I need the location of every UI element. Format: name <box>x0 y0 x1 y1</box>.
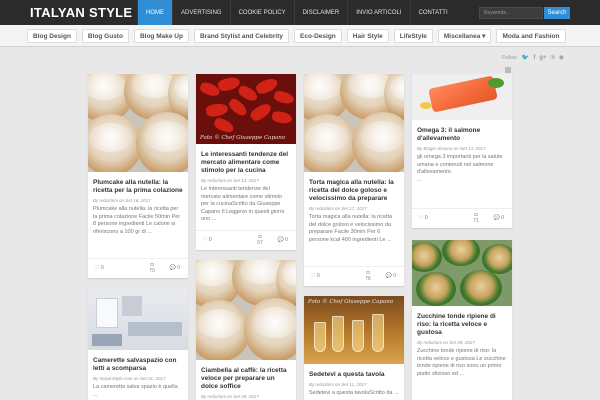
category-hair-style[interactable]: Hair Style <box>346 29 389 43</box>
category-eco-design[interactable]: Eco-Design <box>294 29 342 43</box>
post-thumbnail-donuts[interactable] <box>88 74 188 172</box>
post-footer: ♡ 0 ◘ 71 💬 0 <box>412 208 512 228</box>
post-excerpt: Plumcake alla nutella: la ricetta per la… <box>93 206 181 235</box>
post-thumbnail-chili[interactable]: Foto © Chef Giuseppe Capano <box>196 74 296 144</box>
nav-cookie-policy[interactable]: COOKIE POLICY <box>229 0 294 25</box>
post-title[interactable]: Omega 3: il salmone d'allevamento <box>412 127 512 143</box>
post-meta: By redazioni on Set 16, 2017 <box>93 198 151 203</box>
nav-disclaimer[interactable]: DISCLAIMER <box>293 0 348 25</box>
post-title[interactable]: Camerette salvaspazio con letti a scompa… <box>88 357 188 373</box>
post-card[interactable]: Torta magica alla nutella: la ricetta de… <box>304 74 404 286</box>
nav-advertising[interactable]: ADVERTISING <box>172 0 230 25</box>
post-footer: ♡ 0 ◘ 76 💬 0 <box>304 266 404 286</box>
post-thumbnail-room[interactable] <box>88 290 188 350</box>
post-excerpt: gli omega 3 importanti per la salute uma… <box>417 154 503 175</box>
post-title[interactable]: Ciambella al caffè: la ricetta veloce pe… <box>196 367 296 391</box>
post-excerpt: Sedetevi a questa tavolaScritto da ... <box>309 390 399 396</box>
comments-count[interactable]: 💬 0 <box>170 265 180 271</box>
post-meta: By redazioni on Set 17, 2017 <box>309 206 367 211</box>
post-thumbnail-donuts[interactable] <box>304 74 404 172</box>
nav-invio-articoli[interactable]: INVIO ARTICOLI <box>347 0 409 25</box>
post-meta: By redazioni on Set 08, 2017 <box>417 340 475 345</box>
views-count: ◘ 71 <box>473 212 479 224</box>
read-more[interactable]: ... <box>412 177 512 185</box>
post-meta: By ItalyanStyle.com on Set 01, 2017 <box>93 376 166 381</box>
post-meta: By redazioni on Set 14, 2017 <box>201 178 259 183</box>
post-card[interactable]: Zucchine tonde ripiene di riso: la ricet… <box>412 240 512 400</box>
post-card[interactable]: Ciambella al caffè: la ricetta veloce pe… <box>196 260 296 400</box>
post-meta: By redazioni on Set 11, 2017 <box>309 382 367 387</box>
follow-links: Follow: 🐦 f g+ ℗ ◉ <box>502 54 564 62</box>
post-meta: By Biagio Simona on Set 13, 2017 <box>417 146 486 151</box>
post-thumbnail-salmon[interactable] <box>412 74 512 120</box>
category-miscellanea-dropdown[interactable]: Miscellanea ▾ <box>437 29 492 43</box>
photo-watermark: Foto © Chef Giuseppe Capano <box>308 299 394 305</box>
post-card[interactable]: Plumcake alla nutella: la ricetta per la… <box>88 74 188 278</box>
post-thumbnail-zucchini[interactable] <box>412 240 512 306</box>
post-card[interactable]: Camerette salvaspazio con letti a scompa… <box>88 290 188 400</box>
google-plus-icon[interactable]: g+ <box>539 55 546 61</box>
category-lifestyle[interactable]: LifeStyle <box>393 29 433 43</box>
post-title[interactable]: Torta magica alla nutella: la ricetta de… <box>304 179 404 203</box>
comments-count[interactable]: 💬 0 <box>386 273 396 279</box>
post-title[interactable]: Sedetevi a questa tavola <box>304 371 404 379</box>
post-footer: ♡ 0 ◘ 70 💬 0 <box>88 258 188 278</box>
follow-label: Follow: <box>502 54 518 61</box>
category-brand-stylist[interactable]: Brand Stylist and Celebrity <box>193 29 290 43</box>
category-blog-gusto[interactable]: Blog Gusto <box>81 29 129 43</box>
search-button[interactable]: Search <box>544 7 570 19</box>
widget-icon[interactable] <box>505 67 511 73</box>
post-excerpt: Le interessanti tendenze del mercato ali… <box>201 186 285 222</box>
views-count: ◘ 70 <box>149 262 155 274</box>
post-thumbnail-donuts[interactable] <box>196 260 296 360</box>
comments-count[interactable]: 💬 0 <box>278 237 288 243</box>
photo-watermark: Foto © Chef Giuseppe Capano <box>200 135 286 141</box>
post-meta: By redazioni on Set 09, 2017 <box>201 394 259 399</box>
comments-count[interactable]: 💬 0 <box>494 215 504 221</box>
top-nav-menu: HOME ADVERTISING COOKIE POLICY DISCLAIME… <box>137 0 456 25</box>
like-button[interactable]: ♡ 0 <box>95 265 104 271</box>
top-navigation-bar: ITALYAN STYLE HOME ADVERTISING COOKIE PO… <box>0 0 600 25</box>
post-title[interactable]: Le interessanti tendenze del mercato ali… <box>196 151 296 175</box>
like-button[interactable]: ♡ 0 <box>419 215 428 221</box>
category-blog-design[interactable]: Blog Design <box>27 29 77 43</box>
views-count: ◘ 57 <box>257 234 263 246</box>
facebook-icon[interactable]: f <box>533 55 535 61</box>
views-count: ◘ 76 <box>365 270 371 282</box>
category-blog-make-up[interactable]: Blog Make Up <box>133 29 189 43</box>
nav-home[interactable]: HOME <box>137 0 172 25</box>
pinterest-icon[interactable]: ℗ <box>551 55 555 61</box>
post-excerpt: Zucchine tonde ripiene di riso: la ricet… <box>417 348 506 377</box>
post-card[interactable]: Foto © Chef Giuseppe Capano Le interessa… <box>196 74 296 250</box>
post-excerpt: La cameretta salva spazio è quella ... <box>93 384 178 398</box>
post-title[interactable]: Plumcake alla nutella: la ricetta per la… <box>88 179 188 195</box>
post-footer: ♡ 0 ◘ 57 💬 0 <box>196 230 296 250</box>
category-moda-fashion[interactable]: Moda and Fashion <box>496 29 566 43</box>
rss-icon[interactable]: ◉ <box>559 54 564 61</box>
post-excerpt: Torta magica alla nutella: la ricetta de… <box>309 214 393 243</box>
search-input[interactable] <box>479 7 543 19</box>
like-button[interactable]: ♡ 0 <box>311 273 320 279</box>
post-card[interactable]: Omega 3: il salmone d'allevamento By Bia… <box>412 74 512 228</box>
post-title[interactable]: Zucchine tonde ripiene di riso: la ricet… <box>412 313 512 337</box>
category-bar: Blog Design Blog Gusto Blog Make Up Bran… <box>0 25 600 47</box>
twitter-icon[interactable]: 🐦 <box>522 54 529 61</box>
site-logo[interactable]: ITALYAN STYLE <box>30 5 132 20</box>
post-thumbnail-drinks[interactable]: Foto © Chef Giuseppe Capano <box>304 296 404 364</box>
nav-contatti[interactable]: CONTATTI <box>409 0 456 25</box>
post-card[interactable]: Foto © Chef Giuseppe Capano Sedetevi a q… <box>304 296 404 400</box>
like-button[interactable]: ♡ 0 <box>203 237 212 243</box>
